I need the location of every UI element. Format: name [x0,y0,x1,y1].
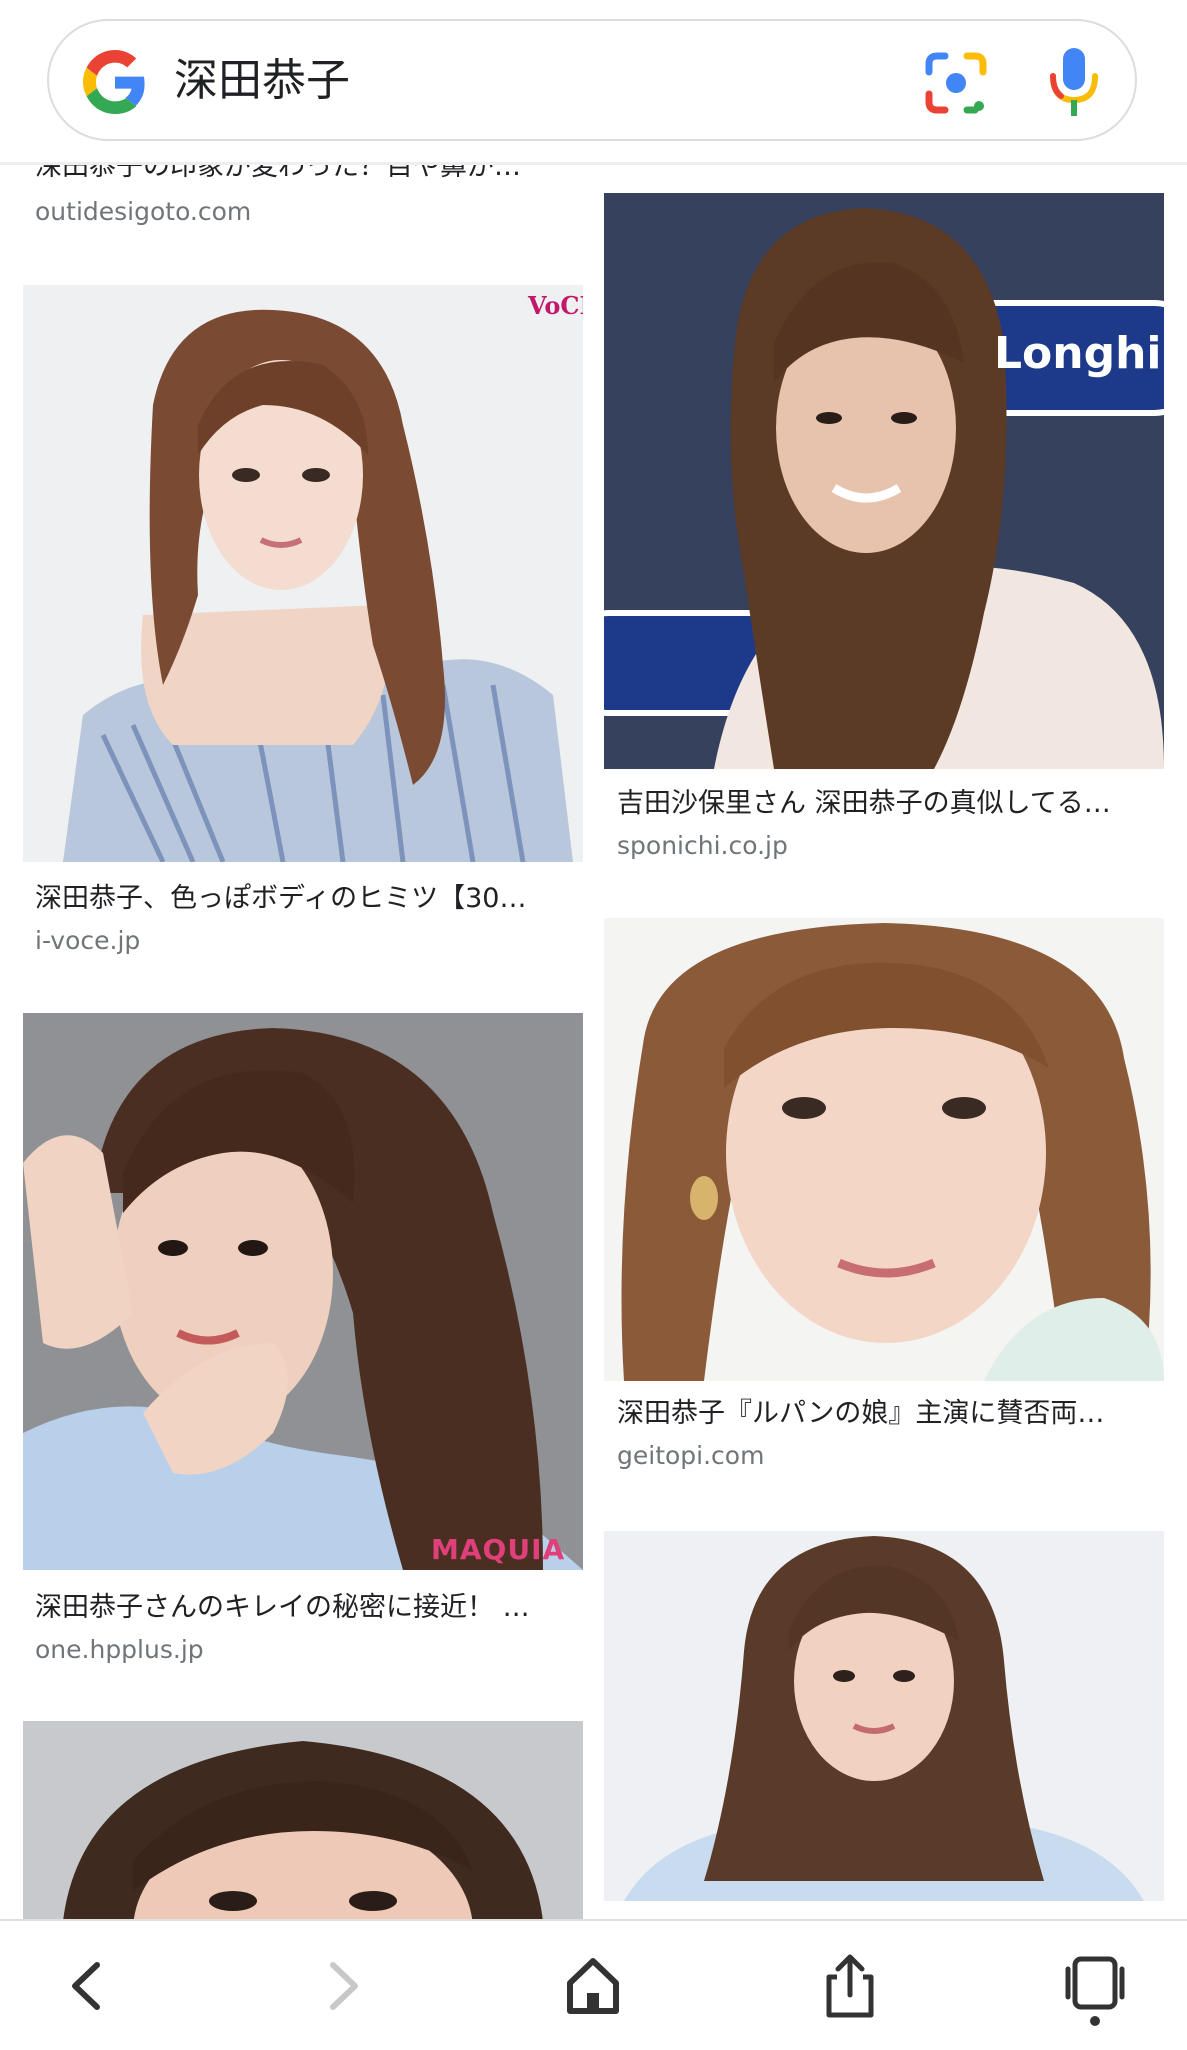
result-caption[interactable]: 深田恭子、色っぽボディのヒミツ【30… [35,882,575,916]
result-thumbnail[interactable]: Longhi [604,193,1164,769]
result-caption[interactable]: 吉田沙保里さん 深田恭子の真似してる… [617,787,1157,821]
result-caption[interactable]: 深田恭子さんのキレイの秘密に接近！ … [35,1591,575,1625]
header-divider [0,162,1187,165]
result-thumbnail[interactable] [604,1531,1164,1901]
google-lens-icon[interactable] [923,50,989,116]
search-query-text[interactable]: 深田恭子 [174,51,350,111]
home-icon[interactable] [558,1951,628,2021]
result-thumbnail[interactable]: VoCE [23,285,583,862]
search-header: 深田恭子 [0,0,1187,165]
result-card-5[interactable]: 深田恭子『ルパンの娘』主演に賛否両… geitopi.com [604,918,1164,1478]
result-source: geitopi.com [617,1441,765,1470]
result-card-7[interactable] [604,1531,1164,1901]
google-logo-icon[interactable] [83,50,147,114]
maquia-watermark: MAQUIA [431,1533,566,1566]
result-card-4[interactable]: MAQUIA 深田恭子さんのキレイの秘密に接近！ … one.hpplus.jp [23,1013,583,1713]
microphone-icon[interactable] [1047,46,1101,118]
longhi-watermark: Longhi [994,328,1162,379]
result-source: one.hpplus.jp [35,1635,204,1664]
result-source: outidesigoto.com [35,197,252,226]
browser-bottom-bar [0,1919,1187,2050]
chevron-left-icon[interactable] [55,1951,125,2021]
image-results-grid: 深田恭子の印象が変わった？目や鼻が… outidesigoto.com VoC … [0,0,1187,2048]
result-card-3[interactable]: Longhi 吉田沙保里さん 深田恭子の真似してる… sponichi.co.j… [604,193,1164,893]
result-thumbnail[interactable] [604,918,1164,1381]
result-caption[interactable]: 深田恭子『ルパンの娘』主演に賛否両… [617,1397,1157,1431]
tabs-icon[interactable] [1060,1951,1130,2026]
voce-watermark: VoCE [528,291,583,320]
result-thumbnail[interactable]: MAQUIA [23,1013,583,1570]
result-card-6[interactable] [23,1721,583,1921]
share-icon[interactable] [815,1951,885,2021]
chevron-right-icon[interactable] [305,1951,375,2021]
search-box[interactable]: 深田恭子 [47,19,1137,141]
result-card-2[interactable]: VoCE 深田恭子、色っぽボディのヒミツ【30… i-voce.jp [23,285,583,985]
result-thumbnail[interactable] [23,1721,583,1921]
result-source: sponichi.co.jp [617,831,788,860]
result-source: i-voce.jp [35,926,141,955]
